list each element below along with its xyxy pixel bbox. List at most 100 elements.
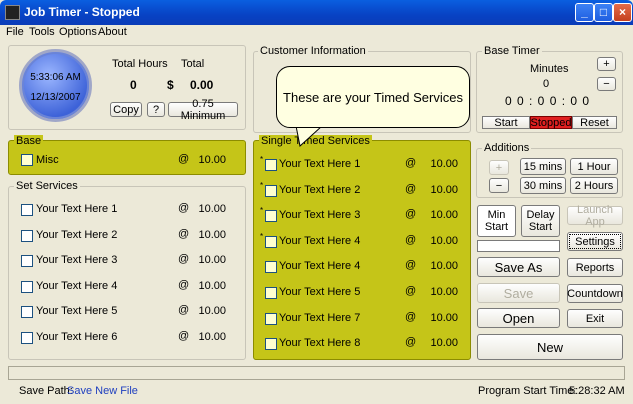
additions-plus-button[interactable]: + xyxy=(489,160,509,175)
set-services-rate: 10.00 xyxy=(198,203,226,215)
single-timed-checkbox[interactable] xyxy=(265,338,277,351)
set-services-label: Your Text Here 6 xyxy=(36,331,118,343)
single-timed-rate: 10.00 xyxy=(430,260,458,273)
clock-widget: 5:33:06 AM 12/13/2007 xyxy=(19,49,92,122)
delay-start-line2: Start xyxy=(528,221,553,233)
add-2-hours-button[interactable]: 2 Hours xyxy=(570,177,618,194)
additions-minus-button[interactable]: − xyxy=(489,178,509,193)
title-bar[interactable]: Job Timer - Stopped _ □ × xyxy=(0,0,633,25)
set-services-rate: 10.00 xyxy=(198,279,226,292)
window-title: Job Timer - Stopped xyxy=(24,5,140,19)
maximize-button[interactable]: □ xyxy=(594,3,613,22)
single-timed-checkbox[interactable] xyxy=(265,184,277,197)
single-timed-at: @ xyxy=(405,157,417,169)
single-timed-rate: 10.00 xyxy=(430,311,458,324)
set-services-label: Your Text Here 1 xyxy=(36,203,118,215)
misc-label: Misc xyxy=(36,154,59,166)
save-as-button[interactable]: Save As xyxy=(477,257,560,277)
status-strip xyxy=(8,366,625,380)
add-1-hour-button[interactable]: 1 Hour xyxy=(570,158,618,175)
timed-marker-icon: * xyxy=(260,180,264,190)
set-services-checkbox[interactable] xyxy=(21,229,33,242)
single-timed-checkbox[interactable] xyxy=(265,261,277,274)
set-services-checkbox[interactable] xyxy=(21,255,33,268)
menu-file[interactable]: File xyxy=(6,26,24,38)
single-timed-at: @ xyxy=(405,310,417,323)
single-timed-checkbox[interactable] xyxy=(265,287,277,299)
single-timed-label: Your Text Here 4 xyxy=(279,234,361,247)
set-services-checkbox[interactable] xyxy=(21,306,33,319)
set-services-checkbox[interactable] xyxy=(21,332,33,344)
customer-information-title: Customer Information xyxy=(258,45,368,57)
menu-options[interactable]: Options xyxy=(59,26,97,38)
total-value: 0.00 xyxy=(190,78,214,92)
misc-rate: 10.00 xyxy=(198,154,226,166)
timed-marker-icon: * xyxy=(260,155,264,164)
tooltip-pointer xyxy=(296,126,323,147)
min-start-line1: Min xyxy=(487,209,506,221)
set-services-checkbox[interactable] xyxy=(21,280,33,293)
save-button[interactable]: Save xyxy=(477,283,560,303)
single-timed-at: @ xyxy=(405,182,417,195)
launch-app-button[interactable]: Launch App xyxy=(567,204,623,228)
copy-button[interactable]: Copy xyxy=(110,102,142,117)
misc-checkbox[interactable] xyxy=(21,154,33,166)
settings-button[interactable]: Settings xyxy=(567,232,623,251)
start-button[interactable]: Start xyxy=(482,116,530,129)
reset-button[interactable]: Reset xyxy=(572,116,617,129)
single-timed-rate: 10.00 xyxy=(430,337,458,350)
close-button[interactable]: × xyxy=(613,3,632,22)
single-timed-label: Your Text Here 4 xyxy=(279,260,361,273)
help-button[interactable]: ? xyxy=(147,102,165,117)
set-services-label: Your Text Here 5 xyxy=(36,305,118,318)
single-timed-at: @ xyxy=(405,208,417,221)
set-services-rate: 10.00 xyxy=(198,228,226,241)
reports-button[interactable]: Reports xyxy=(567,258,623,277)
stopped-status-button[interactable]: Stopped xyxy=(530,116,572,129)
single-timed-checkbox[interactable] xyxy=(265,312,277,325)
timer-display: 0 0 : 0 0 : 0 0 xyxy=(505,94,591,108)
timed-marker-icon: * xyxy=(260,206,264,216)
minutes-label: Minutes xyxy=(530,63,569,75)
single-timed-at: @ xyxy=(405,285,417,297)
single-timed-label: Your Text Here 2 xyxy=(279,183,361,196)
single-timed-label: Your Text Here 7 xyxy=(279,311,361,324)
program-start-value: 5:28:32 AM xyxy=(569,385,625,397)
min-start-button[interactable]: Min Start xyxy=(477,205,516,237)
single-timed-checkbox[interactable] xyxy=(265,159,277,171)
add-30-mins-button[interactable]: 30 mins xyxy=(520,177,566,194)
set-services-checkbox[interactable] xyxy=(21,204,33,216)
single-timed-checkbox[interactable] xyxy=(265,210,277,223)
set-services-label: Your Text Here 4 xyxy=(36,279,118,292)
single-timed-rate: 10.00 xyxy=(430,286,458,298)
exit-button[interactable]: Exit xyxy=(567,309,623,328)
single-timed-at: @ xyxy=(405,259,417,272)
new-button[interactable]: New xyxy=(477,334,623,360)
single-timed-rate: 10.00 xyxy=(430,234,458,247)
save-path-value[interactable]: Save New File xyxy=(67,385,138,397)
add-15-mins-button[interactable]: 15 mins xyxy=(520,158,566,175)
delay-start-button[interactable]: Delay Start xyxy=(521,205,560,237)
clock-time: 5:33:06 AM xyxy=(30,72,81,83)
single-timed-rate: 10.00 xyxy=(430,158,458,170)
minutes-value: 0 xyxy=(543,78,550,90)
open-button[interactable]: Open xyxy=(477,308,560,328)
minutes-plus-button[interactable]: + xyxy=(597,57,616,71)
total-label: Total xyxy=(181,58,205,70)
countdown-button[interactable]: Countdown xyxy=(567,284,623,303)
app-icon[interactable] xyxy=(5,5,20,20)
single-timed-at: @ xyxy=(405,233,417,246)
menu-about[interactable]: About xyxy=(98,26,127,38)
single-timed-label: Your Text Here 3 xyxy=(279,209,361,222)
single-timed-checkbox[interactable] xyxy=(265,235,277,248)
save-path-label: Save Path: xyxy=(19,385,73,397)
set-services-label: Your Text Here 3 xyxy=(36,254,118,267)
timed-marker-icon: * xyxy=(260,231,264,241)
minimum-button[interactable]: 0.75 Minimum xyxy=(168,98,238,122)
single-timed-label: Your Text Here 5 xyxy=(279,286,361,298)
menu-tools[interactable]: Tools xyxy=(29,26,55,38)
set-services-rate: 10.00 xyxy=(198,254,226,267)
minutes-minus-button[interactable]: − xyxy=(597,77,616,91)
minimize-button[interactable]: _ xyxy=(575,3,594,22)
set-services-title: Set Services xyxy=(14,180,80,192)
